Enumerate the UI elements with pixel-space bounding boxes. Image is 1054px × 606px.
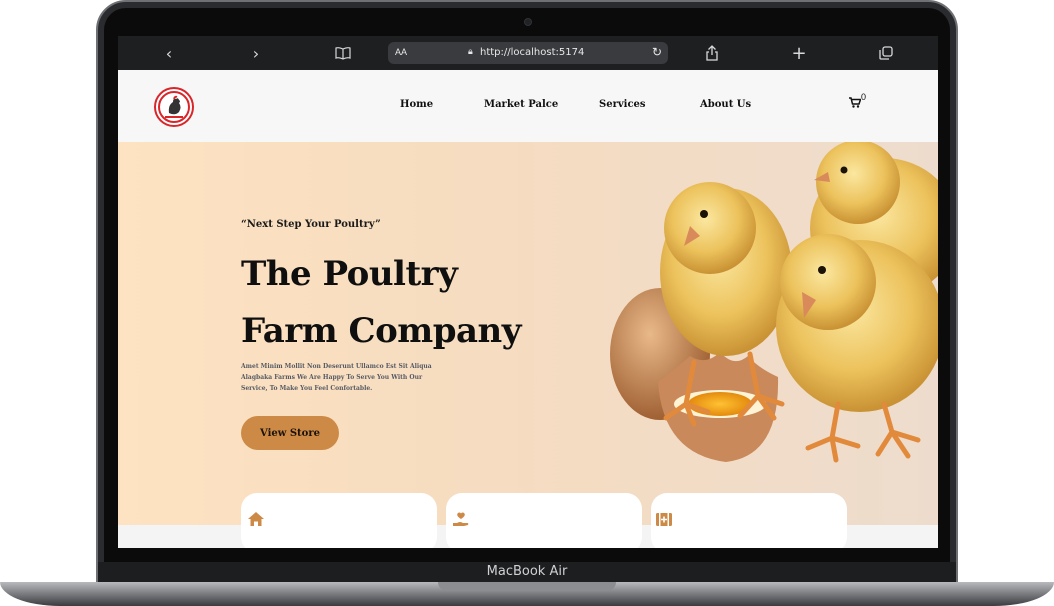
url-bar[interactable]: AA 🔒︎ http://localhost:5174 ↻ bbox=[388, 42, 668, 64]
back-icon[interactable]: ‹ bbox=[157, 41, 181, 65]
site-header: Home Market Palce Services About Us 0 bbox=[118, 70, 938, 142]
nav-services[interactable]: Services bbox=[599, 99, 646, 110]
device-label: MacBook Air bbox=[486, 564, 568, 579]
chicks-and-eggs-image bbox=[610, 142, 938, 463]
browser-toolbar: ‹ › AA 🔒︎ http://localhost:5174 ↻ + bbox=[118, 36, 938, 70]
rooster-logo-icon bbox=[158, 91, 190, 123]
cart-icon[interactable] bbox=[849, 97, 862, 111]
lock-icon: 🔒︎ bbox=[468, 46, 473, 56]
nav-market-place[interactable]: Market Palce bbox=[484, 99, 558, 110]
reload-icon[interactable]: ↻ bbox=[652, 45, 662, 59]
hero-section: “Next Step Your Poultry” The Poultry Far… bbox=[118, 142, 938, 525]
feature-card-medical[interactable] bbox=[651, 493, 847, 548]
view-store-button[interactable]: View Store bbox=[241, 416, 339, 450]
medical-kit-icon bbox=[656, 513, 672, 526]
home-icon bbox=[248, 512, 264, 526]
hero-description: Amet Minim Mollit Non Deserunt Ullamco E… bbox=[241, 363, 432, 392]
feature-card-home[interactable] bbox=[241, 493, 437, 548]
reader-icon[interactable] bbox=[331, 41, 355, 65]
hero-title-line-2: Farm Company bbox=[241, 311, 522, 351]
feature-card-care[interactable] bbox=[446, 493, 642, 548]
hero-title: The Poultry Farm Company bbox=[241, 246, 541, 360]
cart-count-badge: 0 bbox=[861, 92, 867, 102]
laptop-base-notch bbox=[438, 582, 616, 591]
hero-tagline: “Next Step Your Poultry” bbox=[241, 219, 381, 230]
tabs-icon[interactable] bbox=[874, 41, 898, 65]
camera-icon bbox=[524, 18, 532, 26]
farm-logo[interactable] bbox=[154, 87, 194, 127]
reader-aa-button[interactable]: AA bbox=[395, 47, 407, 57]
nav-home[interactable]: Home bbox=[400, 99, 433, 110]
nav-about-us[interactable]: About Us bbox=[700, 99, 751, 110]
forward-icon[interactable]: › bbox=[244, 41, 268, 65]
browser-screen: ‹ › AA 🔒︎ http://localhost:5174 ↻ + Home… bbox=[118, 36, 938, 548]
hand-heart-icon bbox=[453, 512, 469, 526]
new-tab-icon[interactable]: + bbox=[787, 41, 811, 65]
url-text[interactable]: http://localhost:5174 bbox=[480, 47, 584, 58]
share-icon[interactable] bbox=[700, 41, 724, 65]
hero-title-line-1: The Poultry bbox=[241, 254, 458, 294]
